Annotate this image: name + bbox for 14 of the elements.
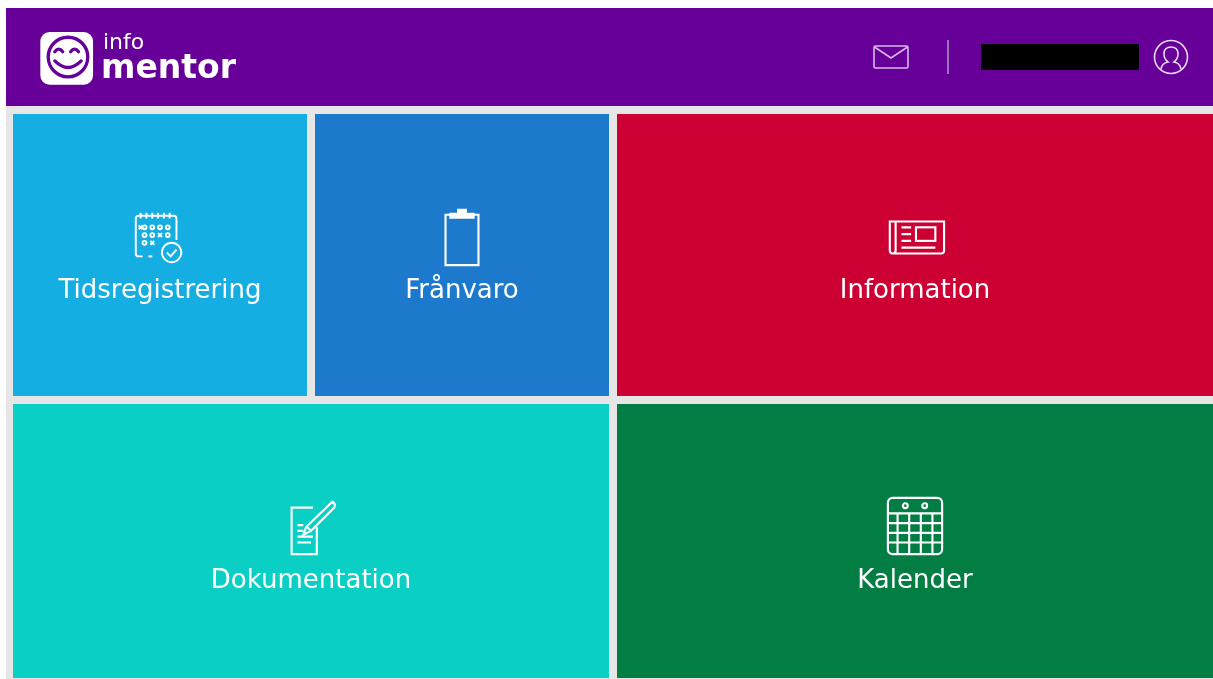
tile-label: Tidsregistrering: [58, 274, 262, 304]
tile-label: Kalender: [857, 564, 973, 594]
mail-icon[interactable]: [873, 45, 909, 69]
menu-tile[interactable]: Information: [617, 114, 1213, 396]
logo-text: info: [103, 31, 146, 53]
menu-tile[interactable]: Kalender: [617, 404, 1213, 678]
user-icon[interactable]: [1153, 39, 1189, 75]
calendar-icon: [884, 496, 946, 558]
tile-label: Dokumentation: [210, 564, 412, 594]
logo-text: mentor: [101, 50, 236, 83]
menu-tile[interactable]: Frånvaro: [315, 114, 609, 396]
tile-label: Information: [839, 274, 991, 304]
tile-label: Frånvaro: [405, 274, 519, 304]
menu-tile[interactable]: Tidsregistrering: [13, 114, 307, 396]
